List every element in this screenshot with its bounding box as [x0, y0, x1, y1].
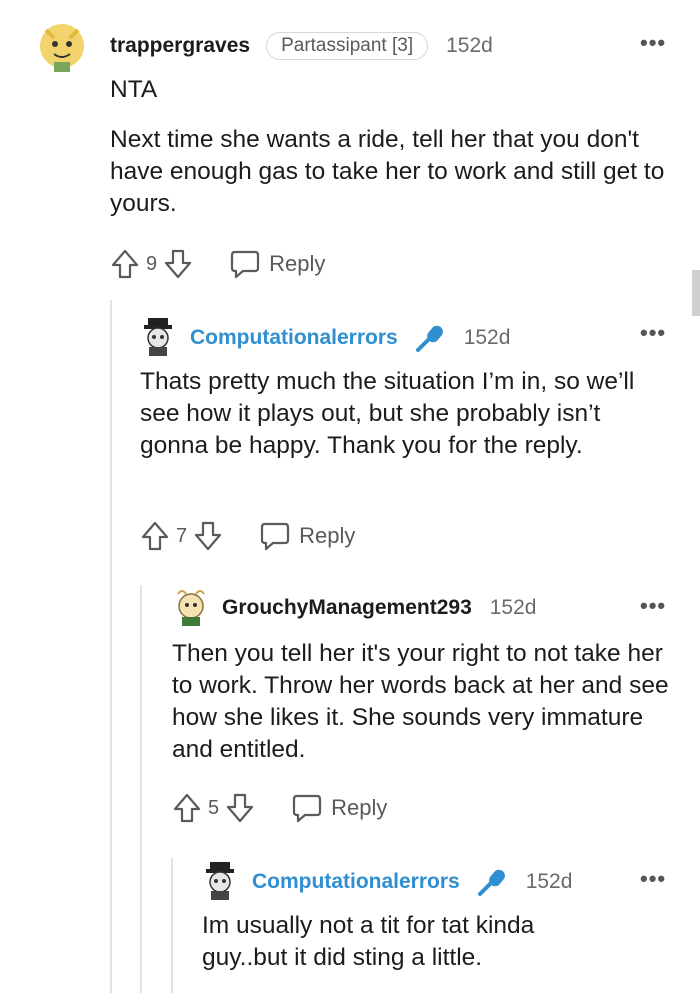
comment-header: Computationalerrors 152d [252, 866, 572, 898]
comment-paragraph: Thats pretty much the situation I’m in, … [140, 368, 635, 459]
thread-line-level-1[interactable] [110, 300, 112, 993]
username[interactable]: Computationalerrors [252, 870, 460, 894]
upvote-icon[interactable] [110, 248, 140, 280]
microphone-icon [477, 869, 505, 896]
more-options-icon[interactable]: ••• [640, 866, 666, 892]
comment-header: trappergraves Partassipant [3] 152d [110, 32, 493, 60]
thread-line-level-2[interactable] [140, 585, 142, 993]
upvote-icon[interactable] [172, 792, 202, 824]
avatar[interactable] [140, 316, 176, 358]
microphone-icon [415, 325, 443, 352]
comment-actions: 7 Reply [140, 520, 355, 552]
reply-label: Reply [299, 523, 356, 548]
avatar[interactable] [36, 18, 88, 74]
downvote-icon[interactable] [225, 792, 255, 824]
username[interactable]: trappergraves [110, 34, 250, 58]
downvote-icon[interactable] [193, 520, 223, 552]
reply-icon [293, 794, 322, 823]
more-options-icon[interactable]: ••• [640, 30, 666, 56]
comment-actions: 5 Reply [172, 792, 387, 824]
comment-age: 152d [463, 326, 511, 349]
username[interactable]: GrouchyManagement293 [222, 596, 472, 620]
username[interactable]: Computationalerrors [190, 326, 398, 350]
avatar[interactable] [172, 588, 210, 628]
comment-paragraph: NTA [110, 76, 158, 103]
reply-icon [261, 522, 290, 551]
comment-body: Then you tell her it's your right to not… [172, 638, 682, 766]
vote-count: 5 [208, 796, 220, 819]
comment-header: Computationalerrors 152d [190, 322, 510, 354]
reply-icon [231, 250, 260, 279]
comment-paragraph: Next time she wants a ride, tell her tha… [110, 126, 665, 217]
more-options-icon[interactable]: ••• [640, 320, 666, 346]
comment-age: 152d [525, 870, 573, 893]
reply-button[interactable]: Reply [291, 793, 387, 823]
comment-body: NTA Next time she wants a ride, tell her… [110, 74, 680, 220]
avatar[interactable] [202, 860, 238, 902]
reply-button[interactable]: Reply [259, 521, 355, 551]
comment-actions: 9 Reply [110, 248, 325, 280]
more-options-icon[interactable]: ••• [640, 593, 666, 619]
user-flair: Partassipant [3] [266, 32, 429, 60]
vote-count: 7 [176, 524, 188, 547]
reply-label: Reply [269, 251, 326, 276]
comment-body: Thats pretty much the situation I’m in, … [140, 366, 670, 462]
comment-age: 152d [489, 596, 537, 619]
reply-button[interactable]: Reply [229, 249, 325, 279]
comment-age: 152d [446, 34, 493, 57]
upvote-icon[interactable] [140, 520, 170, 552]
downvote-icon[interactable] [163, 248, 193, 280]
scrollbar-thumb[interactable] [692, 270, 700, 316]
reply-label: Reply [331, 795, 388, 820]
comment-header: GrouchyManagement293 152d [222, 596, 536, 620]
comment-paragraph: Then you tell her it's your right to not… [172, 640, 669, 763]
comment-paragraph: Im usually not a tit for tat kinda guy..… [202, 912, 535, 971]
comment-body: Im usually not a tit for tat kinda guy..… [202, 910, 622, 974]
vote-count: 9 [146, 252, 158, 275]
thread-line-level-3[interactable] [171, 858, 173, 993]
